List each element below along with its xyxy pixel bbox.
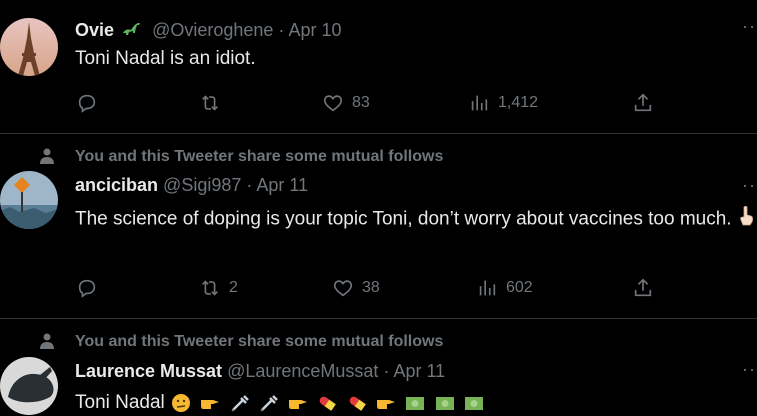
- money-emoji-icon: [464, 396, 483, 410]
- pointing-right-emoji-icon: [377, 399, 396, 409]
- pointing-right-emoji-icon: [289, 399, 308, 409]
- handle[interactable]: @Sigi987: [163, 175, 241, 195]
- syringe-emoji-icon: [260, 395, 278, 412]
- tweet-text-content: Toni Nadal: [75, 392, 165, 413]
- more-options-icon[interactable]: ··: [742, 16, 756, 37]
- retweet-icon: [202, 95, 218, 111]
- like-button[interactable]: 83: [322, 92, 370, 114]
- retweet-button[interactable]: 2: [199, 277, 238, 299]
- timestamp[interactable]: Apr 11: [393, 361, 445, 381]
- reply-icon: [78, 94, 96, 113]
- view-count: 602: [506, 279, 533, 296]
- more-options-icon[interactable]: ··: [742, 359, 756, 380]
- share-button[interactable]: [632, 92, 654, 114]
- tweet-text: The science of doping is your topic Toni…: [75, 205, 755, 234]
- views-button[interactable]: 1,412: [468, 92, 538, 114]
- dinosaur-emoji-icon: [121, 21, 143, 42]
- handle[interactable]: @Ovieroghene: [152, 20, 273, 40]
- handle[interactable]: @LaurenceMussat: [227, 361, 378, 381]
- person-icon: [40, 333, 54, 349]
- tweet-header: anciciban @Sigi987 · Apr 11: [75, 175, 308, 196]
- share-icon: [634, 278, 652, 297]
- reply-icon: [78, 279, 96, 298]
- retweet-count: 2: [229, 279, 238, 296]
- views-button[interactable]: 602: [476, 277, 533, 299]
- avatar[interactable]: [0, 171, 58, 229]
- pointing-up-emoji-icon: [737, 205, 755, 234]
- social-context: You and this Tweeter share some mutual f…: [75, 148, 444, 165]
- thinking-face-emoji-icon: [172, 393, 191, 412]
- share-button[interactable]: [632, 277, 654, 299]
- timestamp[interactable]: Apr 10: [288, 20, 341, 40]
- display-name[interactable]: Ovie: [75, 20, 114, 40]
- reply-button[interactable]: [76, 277, 98, 299]
- pill-emoji-icon: [349, 396, 366, 411]
- like-count: 83: [352, 94, 370, 111]
- display-name[interactable]: anciciban: [75, 175, 158, 195]
- person-icon: [40, 148, 54, 164]
- pill-emoji-icon: [320, 396, 337, 411]
- tweet-text: Toni Nadal: [75, 390, 755, 415]
- syringe-emoji-icon: [231, 395, 249, 412]
- more-options-icon[interactable]: ··: [742, 175, 756, 196]
- view-count: 1,412: [498, 94, 539, 111]
- reply-button[interactable]: [76, 92, 98, 114]
- money-emoji-icon: [406, 396, 425, 410]
- tweet-header: Ovie @Ovieroghene · Apr 10: [75, 20, 341, 42]
- retweet-button[interactable]: [199, 92, 229, 114]
- share-icon: [634, 93, 652, 112]
- views-icon: [471, 95, 488, 111]
- avatar[interactable]: [0, 18, 58, 76]
- tweet-1[interactable]: Ovie @Ovieroghene · Apr 10 ·· Toni Nadal…: [0, 0, 757, 132]
- pointing-right-emoji-icon: [201, 399, 220, 409]
- like-button[interactable]: 38: [332, 277, 380, 299]
- heart-icon: [323, 95, 343, 112]
- tweet-2[interactable]: You and this Tweeter share some mutual f…: [0, 134, 757, 318]
- tweet-3[interactable]: You and this Tweeter share some mutual f…: [0, 319, 757, 416]
- timestamp[interactable]: Apr 11: [256, 175, 308, 195]
- tweet-text: Toni Nadal is an idiot.: [75, 48, 256, 69]
- separator: ·: [246, 175, 253, 195]
- separator: ·: [383, 361, 390, 381]
- tweet-header: Laurence Mussat @LaurenceMussat · Apr 11: [75, 361, 445, 382]
- like-count: 38: [362, 279, 380, 296]
- heart-icon: [333, 280, 353, 297]
- avatar[interactable]: [0, 357, 58, 415]
- retweet-icon: [202, 280, 218, 296]
- display-name[interactable]: Laurence Mussat: [75, 361, 222, 381]
- separator: ·: [278, 20, 285, 40]
- tweet-text-content: The science of doping is your topic Toni…: [75, 208, 732, 230]
- views-icon: [479, 280, 496, 296]
- money-emoji-icon: [435, 396, 454, 410]
- social-context: You and this Tweeter share some mutual f…: [75, 333, 444, 350]
